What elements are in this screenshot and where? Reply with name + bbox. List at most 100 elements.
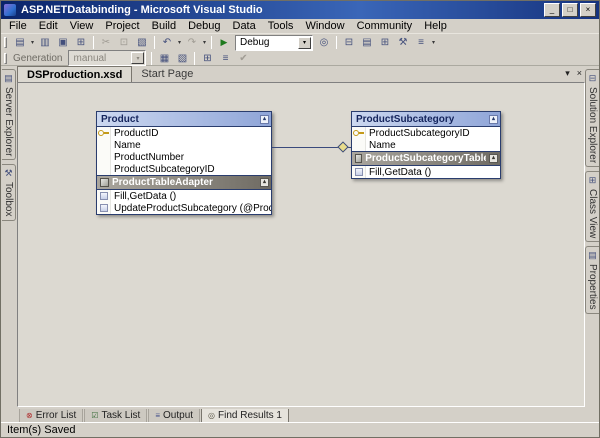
title-bar[interactable]: ASP.NETDatabinding - Microsoft Visual St… <box>1 1 599 19</box>
column-row-name[interactable]: Name <box>352 139 500 151</box>
active-files-dropdown-icon[interactable]: ▾ <box>565 67 570 79</box>
dataset-design-surface[interactable]: Product ▴ ProductID Name ProductNumber P… <box>17 82 585 407</box>
preview-data-icon[interactable]: ▧ <box>173 51 191 66</box>
sidebar-tab-solution-explorer[interactable]: ⊟ Solution Explorer <box>585 69 599 168</box>
query-method-icon <box>99 192 108 200</box>
status-message: Item(s) Saved <box>7 424 76 436</box>
menu-help[interactable]: Help <box>418 19 453 33</box>
tab-output[interactable]: ≡ Output <box>148 409 201 423</box>
tab-dsproduction-xsd[interactable]: DSProduction.xsd <box>17 66 133 82</box>
menu-debug[interactable]: Debug <box>182 19 226 33</box>
query-method-icon <box>99 204 108 212</box>
generation-label: Generation <box>13 52 63 64</box>
column-row-productsubcategoryid[interactable]: ProductSubcategoryID <box>97 163 271 175</box>
undo-icon[interactable]: ↶ <box>158 35 176 50</box>
column-row-productsubcategoryid[interactable]: ProductSubcategoryID <box>352 127 500 139</box>
menu-edit[interactable]: Edit <box>33 19 64 33</box>
solution-explorer-icon[interactable]: ⊟ <box>340 35 358 50</box>
generation-value: manual <box>73 52 107 64</box>
query-method-icon <box>354 168 363 176</box>
menu-window[interactable]: Window <box>299 19 350 33</box>
toolbar-separator <box>336 36 337 49</box>
dataset-table-productsubcategory: ProductSubcategory ▴ ProductSubcategoryI… <box>351 111 501 179</box>
adapter-header-productsubcategorytableadapter[interactable]: ProductSubcategoryTableAdapter ▴ <box>352 151 500 166</box>
sidebar-tab-class-view[interactable]: ⊞ Class View <box>585 171 599 243</box>
debug-configuration-combo[interactable]: Debug ▾ <box>235 34 313 51</box>
menu-project[interactable]: Project <box>99 19 145 33</box>
table-adapter-icon <box>100 178 109 187</box>
menu-data[interactable]: Data <box>227 19 262 33</box>
collapse-toggle-icon[interactable]: ▴ <box>489 154 498 163</box>
toolbox-icon[interactable]: ⚒ <box>394 35 412 50</box>
save-icon[interactable]: ▣ <box>54 35 72 50</box>
method-row-fill-getdata[interactable]: Fill,GetData () <box>97 190 271 202</box>
tab-start-page[interactable]: Start Page <box>132 66 202 82</box>
menu-community[interactable]: Community <box>351 19 419 33</box>
column-row-productnumber[interactable]: ProductNumber <box>97 151 271 163</box>
open-file-icon[interactable]: ▥ <box>36 35 54 50</box>
column-row-name[interactable]: Name <box>97 139 271 151</box>
collapse-toggle-icon[interactable]: ▴ <box>489 114 498 124</box>
tab-strip-controls: ▾ × <box>565 67 582 79</box>
command-window-icon[interactable]: ≡ <box>412 35 430 50</box>
tab-error-list[interactable]: ⊗ Error List <box>19 409 84 423</box>
table-header-product[interactable]: Product ▴ <box>97 112 271 127</box>
tab-find-results-1[interactable]: ◎ Find Results 1 <box>201 409 289 423</box>
primary-key-icon <box>98 129 109 137</box>
start-debug-icon[interactable]: ▶ <box>215 35 233 50</box>
cut-icon[interactable]: ✂ <box>97 35 115 50</box>
chevron-down-icon[interactable]: ▾ <box>131 52 145 64</box>
chevron-down-icon[interactable]: ▾ <box>176 39 183 46</box>
redo-icon[interactable]: ↷ <box>183 35 201 50</box>
edit-key-icon[interactable]: ⊞ <box>198 51 216 66</box>
toolbar-grip[interactable] <box>4 52 7 64</box>
server-explorer-icon: ▤ <box>4 73 13 83</box>
edit-relation-icon[interactable]: ≡ <box>216 51 234 66</box>
object-browser-icon[interactable]: ⊞ <box>376 35 394 50</box>
adapter-header-producttableadapter[interactable]: ProductTableAdapter ▴ <box>97 175 271 190</box>
chevron-down-icon[interactable]: ▾ <box>298 36 311 49</box>
minimize-button[interactable]: _ <box>544 3 560 17</box>
toolbox-icon: ⚒ <box>4 168 13 179</box>
tab-task-list[interactable]: ☑ Task List <box>84 409 148 423</box>
toolbar-options-chevron-icon[interactable]: ▾ <box>430 39 437 46</box>
collapse-toggle-icon[interactable]: ▴ <box>260 178 269 187</box>
table-adapter-icon <box>355 154 363 163</box>
new-project-icon[interactable]: ▤ <box>11 35 29 50</box>
save-all-icon[interactable]: ⊞ <box>72 35 90 50</box>
properties-window-icon[interactable]: ▤ <box>358 35 376 50</box>
menu-build[interactable]: Build <box>146 19 182 33</box>
find-icon[interactable]: ◎ <box>315 35 333 50</box>
menu-tools[interactable]: Tools <box>262 19 300 33</box>
menu-view[interactable]: View <box>64 19 100 33</box>
generate-dataset-icon[interactable]: ▦ <box>155 51 173 66</box>
debug-configuration-value: Debug <box>240 37 270 48</box>
validate-schema-icon[interactable]: ✔ <box>234 51 252 66</box>
generation-combo[interactable]: manual ▾ <box>68 50 147 66</box>
column-row-productid[interactable]: ProductID <box>97 127 271 139</box>
menu-file[interactable]: File <box>3 19 33 33</box>
vs-app-icon <box>4 4 16 16</box>
close-button[interactable]: × <box>580 3 596 17</box>
toolbar-separator <box>151 51 153 65</box>
toolbar-separator <box>194 51 196 65</box>
close-document-icon[interactable]: × <box>577 67 582 79</box>
sidebar-tab-toolbox[interactable]: ⚒ Toolbox <box>2 164 16 221</box>
collapse-toggle-icon[interactable]: ▴ <box>260 114 269 124</box>
chevron-down-icon[interactable]: ▾ <box>29 39 36 46</box>
output-icon: ≡ <box>155 410 161 420</box>
document-tab-strip: DSProduction.xsd Start Page ▾ × <box>17 66 585 82</box>
chevron-down-icon[interactable]: ▾ <box>201 39 208 46</box>
paste-icon[interactable]: ▧ <box>133 35 151 50</box>
toolbar-grip[interactable] <box>4 37 7 48</box>
copy-icon[interactable]: ⊡ <box>115 35 133 50</box>
solution-explorer-icon: ⊟ <box>588 73 597 83</box>
table-header-productsubcategory[interactable]: ProductSubcategory ▴ <box>352 112 500 127</box>
sidebar-tab-server-explorer[interactable]: ▤ Server Explorer <box>2 69 16 161</box>
error-list-icon: ⊗ <box>26 410 33 420</box>
maximize-button[interactable]: □ <box>562 3 578 17</box>
method-row-updateproductsubcategory[interactable]: UpdateProductSubcategory (@ProductSubcat… <box>97 202 271 214</box>
right-tool-strip: ⊟ Solution Explorer ⊞ Class View ▤ Prope… <box>585 66 599 407</box>
method-row-fill-getdata[interactable]: Fill,GetData () <box>352 166 500 178</box>
sidebar-tab-properties[interactable]: ▤ Properties <box>585 246 599 315</box>
